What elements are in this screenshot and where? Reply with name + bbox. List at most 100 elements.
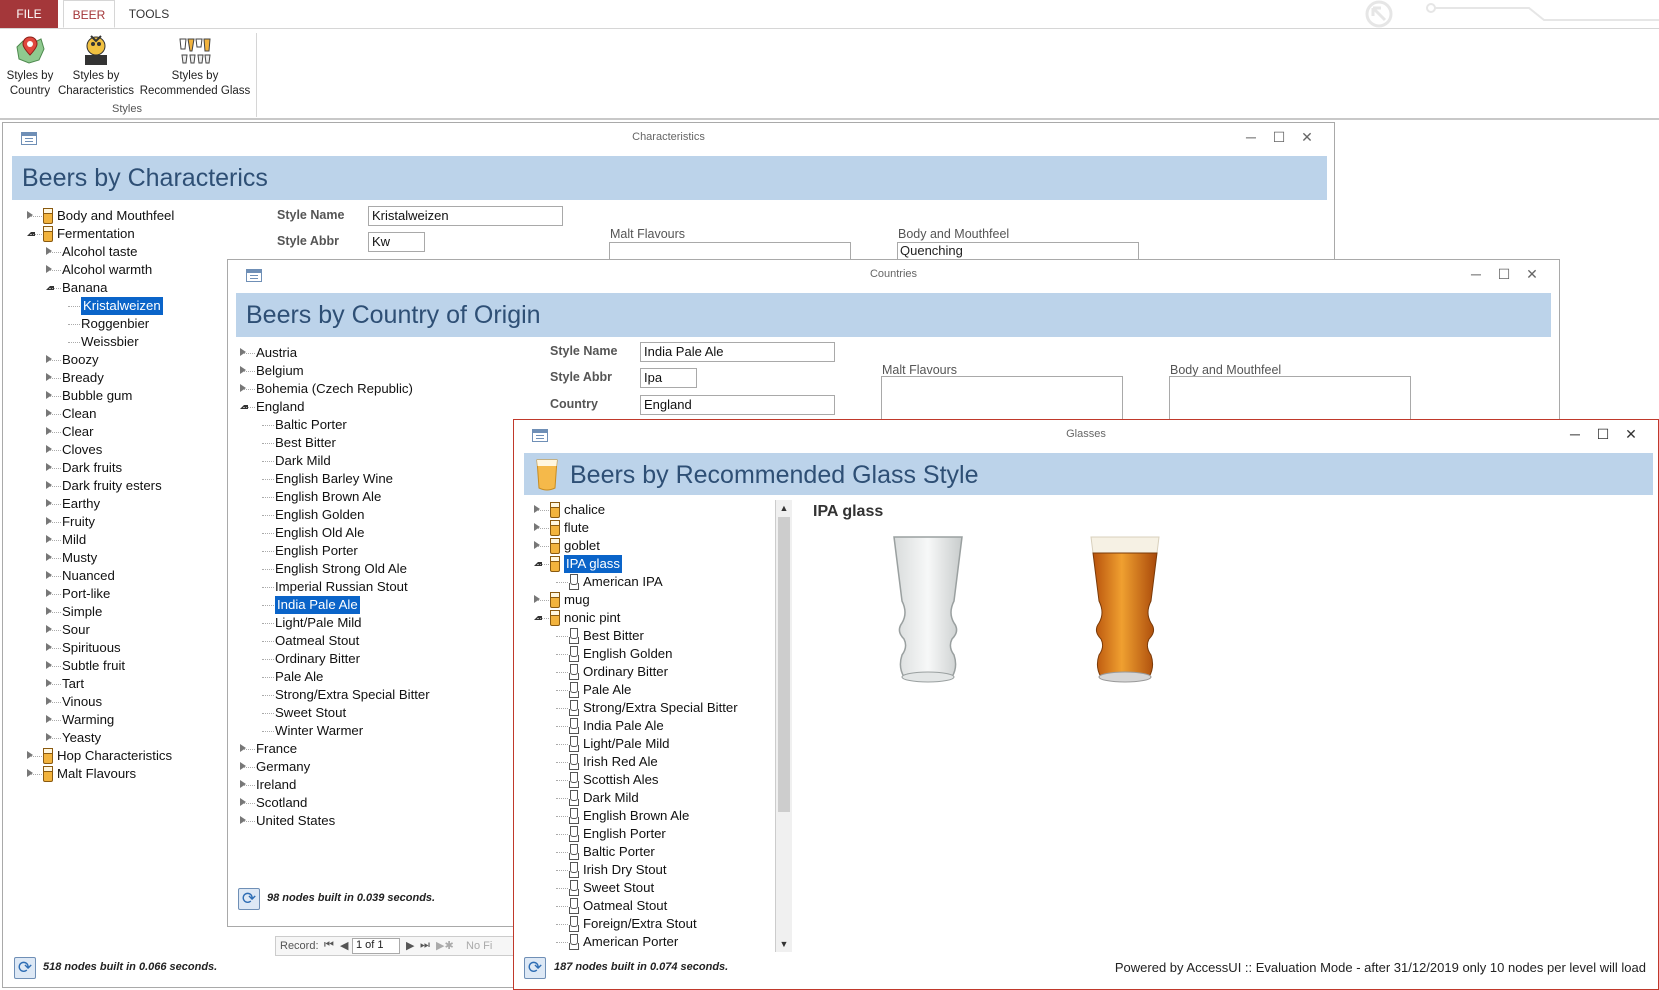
tree-node[interactable]: flute [534,519,774,537]
tree-node[interactable]: mug [534,591,774,609]
tree-node[interactable]: Sweet Stout [534,879,774,897]
expand-arrow-icon[interactable] [46,499,52,507]
tree-node[interactable]: English Porter [534,825,774,843]
tree-node[interactable]: France [240,740,500,758]
tree-node[interactable]: Weissbier [23,333,243,351]
tree-node[interactable]: England [240,398,500,416]
tree-node[interactable]: Fruity [23,513,243,531]
tree-node[interactable]: Subtle fruit [23,657,243,675]
refresh-icon[interactable] [524,957,546,979]
tree-node[interactable]: American IPA [534,573,774,591]
tree-node[interactable]: Pale Ale [240,668,500,686]
tree-node[interactable]: Foreign/Extra Stout [534,915,774,933]
expand-arrow-icon[interactable] [46,517,52,525]
tab-beer[interactable]: BEER [63,0,115,28]
minimize-button[interactable]: ─ [1240,127,1262,147]
countries-tree[interactable]: Austria Belgium Bohemia (Czech Republic) En… [240,344,500,830]
expand-arrow-icon[interactable] [46,265,52,273]
styles-by-country-button[interactable]: Styles by Country [4,33,56,99]
tree-node[interactable]: Austria [240,344,500,362]
expand-arrow-icon[interactable] [46,535,52,543]
expand-arrow-icon[interactable] [46,355,52,363]
style-abbr-field[interactable]: Kw [368,232,425,252]
maximize-button[interactable]: ☐ [1268,127,1290,147]
glasses-titlebar[interactable]: Glasses ─ ☐ ✕ [514,420,1658,450]
tree-node[interactable]: English Golden [534,645,774,663]
tree-node[interactable]: Dark fruity esters [23,477,243,495]
tree-node[interactable]: Oatmeal Stout [534,897,774,915]
country-field[interactable]: England [640,395,835,415]
tree-node[interactable]: Banana [23,279,243,297]
glasses-tree[interactable]: chalice flute goblet IPA glass American IPA m… [534,501,774,951]
expand-arrow-icon[interactable] [46,391,52,399]
maximize-button[interactable]: ☐ [1493,264,1515,284]
tree-node[interactable]: Belgium [240,362,500,380]
tree-node[interactable]: Sour [23,621,243,639]
tree-node[interactable]: Earthy [23,495,243,513]
tree-node[interactable]: Port-like [23,585,243,603]
tree-node[interactable]: Nuanced [23,567,243,585]
expand-arrow-icon[interactable] [240,780,246,788]
tree-node[interactable]: English Strong Old Ale [240,560,500,578]
tree-node[interactable]: Irish Red Ale [534,753,774,771]
expand-arrow-icon[interactable] [46,643,52,651]
expand-arrow-icon[interactable] [46,589,52,597]
expand-arrow-icon[interactable] [240,348,246,356]
tree-node[interactable]: United States [240,812,500,830]
tree-node[interactable]: Clear [23,423,243,441]
expand-arrow-icon[interactable] [46,427,52,435]
tree-node[interactable]: English Old Ale [240,524,500,542]
close-button[interactable]: ✕ [1296,127,1318,147]
expand-arrow-icon[interactable] [46,625,52,633]
expand-arrow-icon[interactable] [46,247,52,255]
tree-node[interactable]: Strong/Extra Special Bitter [240,686,500,704]
expand-arrow-icon[interactable] [46,733,52,741]
tree-node[interactable]: Baltic Porter [534,843,774,861]
scroll-down-icon[interactable]: ▼ [776,936,792,952]
tree-node[interactable]: Best Bitter [240,434,500,452]
expand-arrow-icon[interactable] [240,798,246,806]
styles-by-glass-button[interactable]: Styles by Recommended Glass [138,33,252,99]
tree-node[interactable]: English Brown Ale [240,488,500,506]
tree-node[interactable]: IPA glass [534,555,774,573]
expand-arrow-icon[interactable] [46,715,52,723]
first-record-button[interactable]: ⏮ [324,939,334,952]
scroll-thumb[interactable] [778,517,790,812]
refresh-icon[interactable] [14,957,36,979]
tree-node[interactable]: goblet [534,537,774,555]
tree-node[interactable]: English Porter [240,542,500,560]
tree-node[interactable]: English Brown Ale [534,807,774,825]
tree-node[interactable]: Sweet Stout [240,704,500,722]
style-name-field[interactable]: India Pale Ale [640,342,835,362]
tree-node[interactable]: Scotland [240,794,500,812]
tree-node[interactable]: Spirituous [23,639,243,657]
expand-arrow-icon[interactable] [46,481,52,489]
expand-arrow-icon[interactable] [46,607,52,615]
tree-node[interactable]: Bready [23,369,243,387]
tree-node[interactable]: English Golden [240,506,500,524]
tree-node[interactable]: Imperial Russian Stout [240,578,500,596]
refresh-icon[interactable] [238,888,260,910]
tree-node[interactable]: Alcohol taste [23,243,243,261]
expand-arrow-icon[interactable] [27,751,33,759]
tree-node[interactable]: India Pale Ale [534,717,774,735]
expand-arrow-icon[interactable] [46,697,52,705]
no-filter-button[interactable]: No Fi [466,940,492,952]
tree-node[interactable]: Tart [23,675,243,693]
tree-node[interactable]: English Barley Wine [240,470,500,488]
expand-arrow-icon[interactable] [46,445,52,453]
expand-arrow-icon[interactable] [27,211,33,219]
expand-arrow-icon[interactable] [27,769,33,777]
styles-by-characteristics-button[interactable]: Styles by Characteristics [56,33,136,99]
expand-arrow-icon[interactable] [534,595,540,603]
close-button[interactable]: ✕ [1620,424,1642,444]
close-button[interactable]: ✕ [1521,264,1543,284]
tree-node[interactable]: Kristalweizen [23,297,243,315]
tree-node[interactable]: Light/Pale Mild [240,614,500,632]
tree-node[interactable]: Hop Characteristics [23,747,243,765]
tree-node[interactable]: Malt Flavours [23,765,243,783]
tree-node[interactable]: Mild [23,531,243,549]
tree-node[interactable]: Roggenbier [23,315,243,333]
tree-node[interactable]: Oatmeal Stout [240,632,500,650]
tree-scrollbar[interactable]: ▲ ▼ [775,500,792,952]
